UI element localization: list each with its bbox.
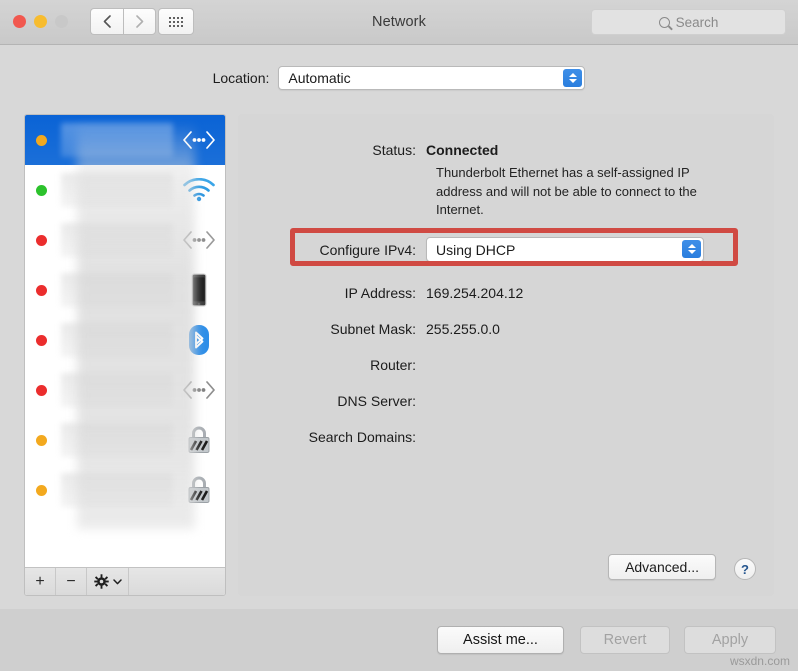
add-service-button[interactable]: + [25,568,56,595]
status-value: Connected [426,142,499,158]
location-value: Automatic [288,69,351,86]
field-status: Status: Connected [238,141,774,159]
thunderbolt-ethernet-icon [179,372,219,408]
field-search-domains: Search Domains: [238,428,774,446]
status-dot-red [36,384,47,396]
service-row-wifi[interactable] [25,165,225,215]
thunderbolt-ethernet-icon [179,122,219,158]
ip-address-label: IP Address: [344,285,416,301]
field-dns-server: DNS Server: [238,392,774,410]
chevron-down-icon [112,578,122,584]
vpn-lock-icon [179,422,219,458]
router-label: Router: [370,357,416,373]
search-field[interactable]: Search [591,9,786,35]
search-domains-label: Search Domains: [308,429,416,445]
status-description: Thunderbolt Ethernet has a self-assigned… [436,165,697,217]
network-services-list [25,115,225,556]
status-dot-red [36,334,47,346]
vpn-lock-icon [179,472,219,508]
service-actions-menu-button[interactable] [87,568,129,595]
status-dot-green [36,184,47,196]
service-row-vpn-1[interactable] [25,415,225,465]
service-name-redacted [61,323,173,357]
field-ip-address: IP Address: 169.254.204.12 [238,284,774,302]
service-row-vpn-2[interactable] [25,465,225,515]
service-row-thunderbolt-ethernet-selected[interactable] [25,115,225,165]
status-dot-orange [36,134,47,146]
field-configure-ipv4: Configure IPv4: Using DHCP [238,237,774,262]
location-label: Location: [212,69,270,86]
service-name-redacted [61,473,173,507]
assist-me-button[interactable]: Assist me... [437,626,564,654]
gear-icon [93,574,109,589]
ip-address-value: 169.254.204.12 [426,285,524,301]
status-dot-orange [36,434,47,446]
iphone-usb-icon [179,272,219,308]
service-name-redacted [61,373,173,407]
sidebar-toolbar: + − [25,567,225,595]
status-dot-orange [36,484,47,496]
search-placeholder: Search [675,14,719,30]
watermark: wsxdn.com [729,654,790,668]
configure-ipv4-popup-button[interactable]: Using DHCP [426,237,704,262]
service-row-ethernet[interactable] [25,365,225,415]
dns-server-label: DNS Server: [337,393,416,409]
search-icon [658,16,670,28]
configure-ipv4-label: Configure IPv4: [319,241,417,258]
configure-ipv4-value: Using DHCP [436,241,516,258]
bluetooth-icon [179,322,219,358]
wifi-icon [179,172,219,208]
service-name-redacted [61,123,173,157]
field-router: Router: [238,356,774,374]
help-button[interactable]: ? [734,558,756,580]
status-label: Status: [372,142,416,158]
sidebar-toolbar-filler [129,568,225,595]
advanced-button[interactable]: Advanced... [608,554,716,580]
window-titlebar: Network Search [0,0,798,45]
field-subnet-mask: Subnet Mask: 255.255.0.0 [238,320,774,338]
status-dot-red [36,234,47,246]
service-name-redacted [61,223,173,257]
network-details-panel: Status: Connected Thunderbolt Ethernet h… [238,114,774,596]
service-row-thunderbolt-bridge[interactable] [25,215,225,265]
apply-button[interactable]: Apply [684,626,776,654]
service-name-redacted [61,273,173,307]
configure-ipv4-stepper-icon [682,240,701,258]
window-footer: Assist me... Revert Apply wsxdn.com [0,609,798,671]
location-stepper-icon [563,68,583,87]
service-name-redacted [61,173,173,207]
network-services-sidebar: + − [24,114,226,596]
service-row-iphone-usb[interactable] [25,265,225,315]
location-row: Location: Automatic [0,60,798,95]
remove-service-button[interactable]: − [56,568,87,595]
service-name-redacted [61,423,173,457]
subnet-mask-label: Subnet Mask: [330,321,416,337]
revert-button[interactable]: Revert [580,626,670,654]
service-row-bluetooth-pan[interactable] [25,315,225,365]
thunderbolt-ethernet-icon [179,222,219,258]
subnet-mask-value: 255.255.0.0 [426,321,500,337]
status-dot-red [36,284,47,296]
location-popup-button[interactable]: Automatic [278,65,586,90]
